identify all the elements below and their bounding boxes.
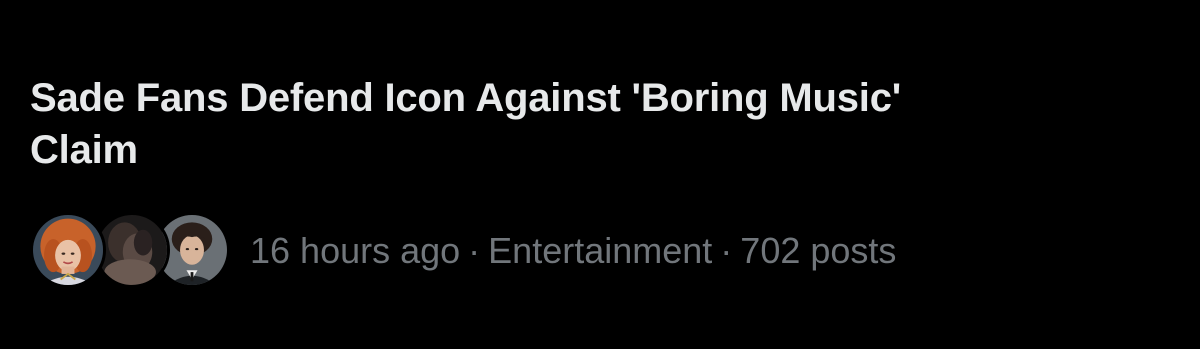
- trend-meta: 16 hours ago · Entertainment · 702 posts: [250, 229, 896, 273]
- time-ago: 16 hours ago: [250, 230, 461, 271]
- meta-separator: ·: [468, 230, 481, 271]
- trend-meta-row: 16 hours ago · Entertainment · 702 posts: [30, 208, 896, 294]
- meta-separator: ·: [720, 230, 733, 271]
- post-count: 702 posts: [740, 230, 897, 271]
- avatar-stack[interactable]: [30, 208, 230, 294]
- trend-title[interactable]: Sade Fans Defend Icon Against 'Boring Mu…: [30, 72, 930, 176]
- category-label[interactable]: Entertainment: [488, 230, 712, 271]
- trend-card[interactable]: Sade Fans Defend Icon Against 'Boring Mu…: [0, 0, 1200, 349]
- avatar: [30, 212, 106, 288]
- avatar-dark-photo-icon: [97, 215, 167, 285]
- avatar-woman-orange-hair-icon: [33, 215, 103, 285]
